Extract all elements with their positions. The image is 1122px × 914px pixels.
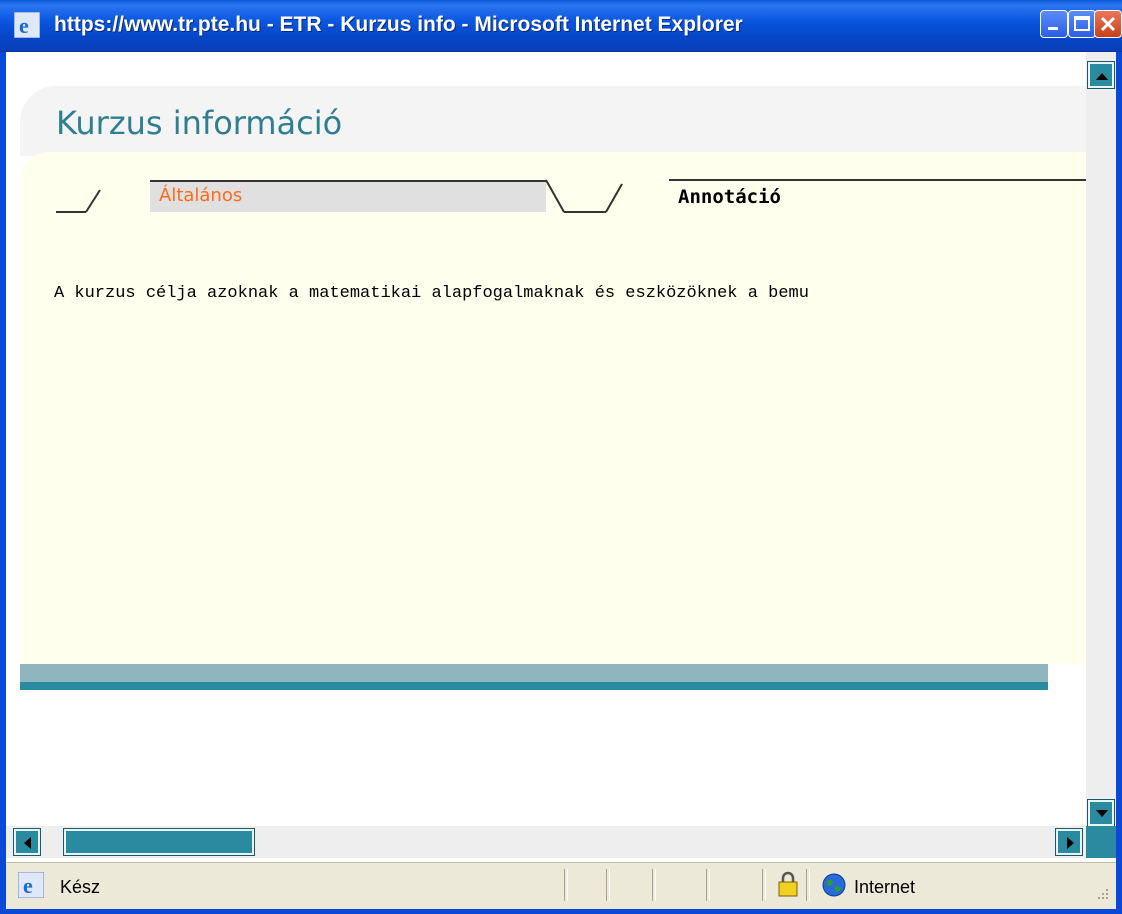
lock-icon[interactable]	[778, 871, 798, 901]
status-separator	[806, 869, 810, 901]
scroll-left-icon[interactable]	[13, 828, 41, 856]
horizontal-scrollbar[interactable]	[6, 826, 1086, 858]
status-separator	[564, 869, 568, 901]
status-text: Kész	[60, 877, 101, 897]
tab-altalanos-label[interactable]: Általános	[159, 185, 242, 206]
resize-grip-icon[interactable]	[1094, 885, 1110, 905]
footer-bar	[20, 664, 1048, 682]
scroll-right-icon[interactable]	[1055, 828, 1083, 856]
status-separator	[606, 869, 610, 901]
horizontal-scroll-thumb[interactable]	[63, 828, 255, 856]
svg-text:e: e	[23, 873, 33, 898]
security-zone-label: Internet	[854, 877, 916, 897]
status-bar: e Kész Internet	[6, 862, 1116, 909]
vertical-scrollbar[interactable]	[1086, 52, 1116, 827]
ie-icon: e	[17, 871, 45, 899]
ie-icon[interactable]: e	[13, 11, 41, 39]
content-panel	[20, 152, 1086, 664]
status-separator	[652, 869, 656, 901]
tab-annotacio: Annotáció	[678, 186, 781, 208]
minimize-icon[interactable]	[1040, 10, 1068, 38]
globe-icon	[822, 873, 846, 901]
status-separator	[706, 869, 710, 901]
title-bar: e https://www.tr.pte.hu - ETR - Kurzus i…	[0, 0, 1122, 52]
close-icon[interactable]	[1094, 10, 1122, 38]
status-separator	[762, 869, 766, 901]
annotation-text: A kurzus célja azoknak a matematikai ala…	[54, 284, 809, 303]
window-frame-right	[1116, 52, 1122, 914]
maximize-icon[interactable]	[1068, 10, 1096, 38]
page-viewport: Kurzus információ Általános Annotáció A …	[6, 52, 1086, 840]
svg-text:e: e	[19, 13, 29, 38]
scroll-up-icon[interactable]	[1087, 61, 1115, 89]
scroll-down-icon[interactable]	[1087, 799, 1115, 827]
window-title: https://www.tr.pte.hu - ETR - Kurzus inf…	[54, 13, 743, 36]
footer-bar-accent	[20, 682, 1048, 690]
page-title: Kurzus információ	[56, 104, 343, 142]
scrollbar-corner	[1086, 826, 1116, 858]
